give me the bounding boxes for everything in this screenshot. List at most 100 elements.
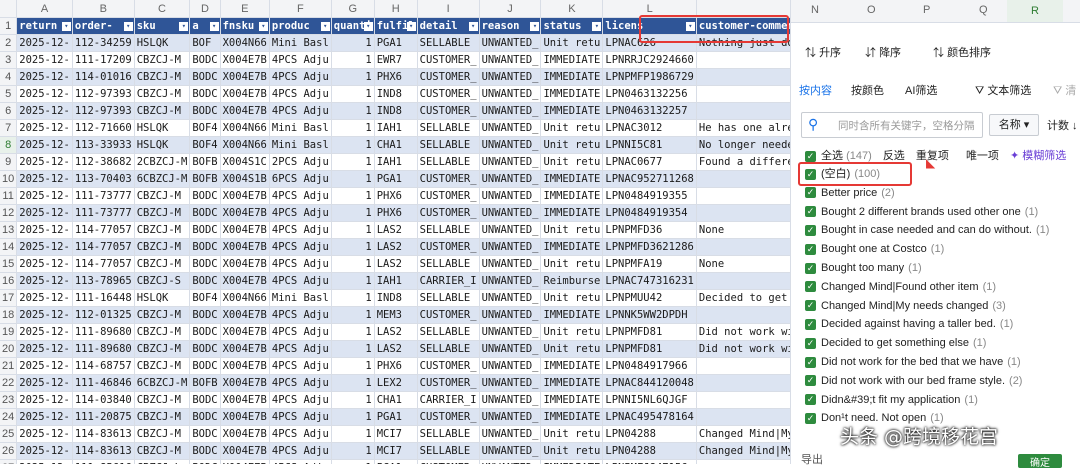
table-cell[interactable]: LEX2 — [374, 374, 418, 392]
table-cell[interactable]: Unit retu — [540, 136, 604, 154]
table-cell[interactable]: CBZCJ-M — [134, 425, 191, 443]
table-cell[interactable]: 1 — [331, 391, 375, 409]
table-cell[interactable]: 4PCS Adju — [269, 85, 332, 103]
table-cell[interactable]: 1 — [331, 272, 375, 290]
table-cell[interactable]: LPNNI5NL6QJGF — [602, 391, 697, 409]
filter-dropdown-icon[interactable]: ▾ — [258, 22, 268, 31]
table-cell[interactable] — [696, 85, 790, 103]
table-cell[interactable]: 1 — [331, 68, 375, 86]
table-cell[interactable]: CUSTOMER_ — [417, 374, 480, 392]
table-cell[interactable]: LPN04288 — [602, 442, 697, 460]
table-cell[interactable]: CBZCJ-M — [134, 187, 191, 205]
table-cell[interactable]: MEM3 — [374, 306, 418, 324]
table-cell[interactable]: 112-97393 — [72, 85, 135, 103]
table-cell[interactable]: 4PCS Adju — [269, 306, 332, 324]
filter-item[interactable]: ✓ Decided to get something else (1) — [805, 335, 986, 351]
table-cell[interactable]: LPNRRJC2924660 — [602, 51, 697, 69]
table-cell[interactable]: 1 — [331, 289, 375, 307]
table-cell[interactable]: UNWANTED_ — [479, 391, 542, 409]
table-cell[interactable]: X004N66 — [220, 119, 270, 137]
table-cell[interactable]: SELLABLE — [417, 442, 480, 460]
table-cell[interactable]: SELLABLE — [417, 289, 480, 307]
table-cell[interactable]: CBZCJ-M — [134, 255, 191, 273]
header-cell[interactable]: produc ▾ — [269, 17, 332, 35]
table-cell[interactable]: X004E7B — [220, 306, 270, 324]
table-cell[interactable]: 4PCS Adju — [269, 374, 332, 392]
table-cell[interactable]: CBZCJ-M — [134, 102, 191, 120]
row-number[interactable]: 4 — [0, 68, 18, 86]
row-number[interactable]: 13 — [0, 221, 18, 239]
table-cell[interactable]: 1 — [331, 340, 375, 358]
table-cell[interactable]: 6PCS Adju — [269, 170, 332, 188]
table-cell[interactable]: CUSTOMER_ — [417, 51, 480, 69]
table-cell[interactable]: UNWANTED_ — [479, 85, 542, 103]
table-cell[interactable]: 4PCS Adju — [269, 255, 332, 273]
table-cell[interactable]: 1 — [331, 204, 375, 222]
table-cell[interactable]: PHX6 — [374, 68, 418, 86]
table-cell[interactable]: Unit retu — [540, 221, 604, 239]
tab-by-content[interactable]: 按内容 — [799, 82, 832, 98]
table-cell[interactable]: CUSTOMER_ — [417, 408, 480, 426]
table-cell[interactable]: IMMEDIATE — [540, 374, 604, 392]
checkbox-checked-icon[interactable]: ✓ — [805, 375, 816, 387]
table-cell[interactable]: HSLQK — [134, 34, 191, 52]
table-cell[interactable]: CBZCJ-M — [134, 306, 191, 324]
table-cell[interactable]: CBZCJ-M — [134, 442, 191, 460]
table-cell[interactable]: UNWANTED_ — [479, 204, 542, 222]
checkbox-checked-icon[interactable]: ✓ — [805, 356, 816, 368]
table-cell[interactable]: 111-89680 — [72, 340, 135, 358]
table-cell[interactable]: 2025-12- — [16, 119, 73, 137]
col-header-B[interactable]: B — [72, 0, 135, 18]
table-cell[interactable]: UNWANTED_ — [479, 357, 542, 375]
table-cell[interactable]: IMMEDIATE — [540, 238, 604, 256]
table-cell[interactable]: 1 — [331, 306, 375, 324]
table-cell[interactable]: 1 — [331, 170, 375, 188]
row-number[interactable]: 15 — [0, 255, 18, 273]
table-cell[interactable]: PGA1 — [374, 34, 418, 52]
table-cell[interactable]: LPN0463132257 — [602, 102, 697, 120]
table-cell[interactable]: Decided to get something else — [696, 289, 790, 307]
table-cell[interactable]: 112-97393 — [72, 102, 135, 120]
table-cell[interactable]: Unit retu — [540, 119, 604, 137]
table-cell[interactable]: 114-68757 — [72, 357, 135, 375]
row-number[interactable]: 23 — [0, 391, 18, 409]
table-cell[interactable]: 2CBZCJ-M — [134, 153, 191, 171]
table-cell[interactable]: CBZCJ-S — [134, 272, 191, 290]
tab-ai-filter[interactable]: AI筛选 — [905, 82, 937, 98]
table-cell[interactable]: UNWANTED_ — [479, 170, 542, 188]
table-cell[interactable]: Unit retu — [540, 425, 604, 443]
table-cell[interactable]: X004E7B — [220, 102, 270, 120]
table-cell[interactable]: Unit retu — [540, 442, 604, 460]
header-cell[interactable]: quanti ▾ — [331, 17, 375, 35]
table-cell[interactable]: PGA1 — [374, 170, 418, 188]
col-header-E[interactable]: E — [220, 0, 270, 18]
filter-dropdown-icon[interactable]: ▾ — [530, 22, 540, 31]
table-cell[interactable]: Mini Basl — [269, 34, 332, 52]
table-cell[interactable]: BOF — [189, 34, 221, 52]
row-number[interactable]: 27 — [0, 459, 18, 464]
table-cell[interactable]: 4PCS Adju — [269, 340, 332, 358]
table-cell[interactable]: LPNAC495478164 — [602, 408, 697, 426]
corner-cell[interactable] — [0, 0, 18, 18]
table-cell[interactable]: 4PCS Adju — [269, 459, 332, 464]
table-cell[interactable]: X004E7B — [220, 357, 270, 375]
row-number[interactable]: 6 — [0, 102, 18, 120]
row-number[interactable]: 2 — [0, 34, 18, 52]
table-cell[interactable]: UNWANTED_ — [479, 238, 542, 256]
header-cell[interactable]: detail ▾ — [417, 17, 480, 35]
table-cell[interactable]: CBZCJ-M — [134, 238, 191, 256]
table-cell[interactable] — [696, 68, 790, 86]
table-cell[interactable]: IND8 — [374, 289, 418, 307]
table-cell[interactable]: 2025-12- — [16, 459, 73, 464]
checkbox-checked-icon[interactable]: ✓ — [805, 150, 816, 162]
table-cell[interactable]: Unit retu — [540, 153, 604, 171]
table-cell[interactable] — [696, 204, 790, 222]
table-cell[interactable]: 114-01016 — [72, 68, 135, 86]
table-cell[interactable]: IAH1 — [374, 119, 418, 137]
table-cell[interactable]: UNWANTED_ — [479, 68, 542, 86]
table-cell[interactable]: 112-01325 — [72, 306, 135, 324]
table-cell[interactable]: 1 — [331, 187, 375, 205]
table-cell[interactable]: LAS2 — [374, 323, 418, 341]
table-cell[interactable]: CBZCJ-M — [134, 357, 191, 375]
table-cell[interactable]: BODC — [189, 425, 221, 443]
